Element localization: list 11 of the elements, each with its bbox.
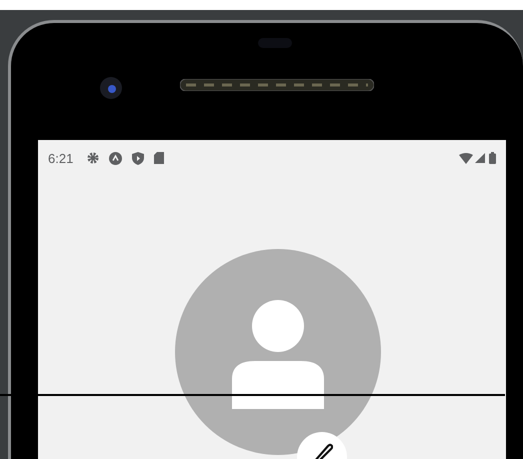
avatar-icon xyxy=(175,249,381,455)
shield-icon xyxy=(132,152,144,164)
status-time: 6:21 xyxy=(48,150,74,166)
sd-card-icon xyxy=(154,152,164,164)
signal-icon xyxy=(475,153,485,163)
circle-icon xyxy=(109,152,122,164)
gear-icon xyxy=(87,152,100,164)
battery-icon xyxy=(489,152,496,164)
camera-icon xyxy=(100,77,122,99)
wifi-icon xyxy=(459,152,473,164)
speaker-icon xyxy=(180,79,374,91)
